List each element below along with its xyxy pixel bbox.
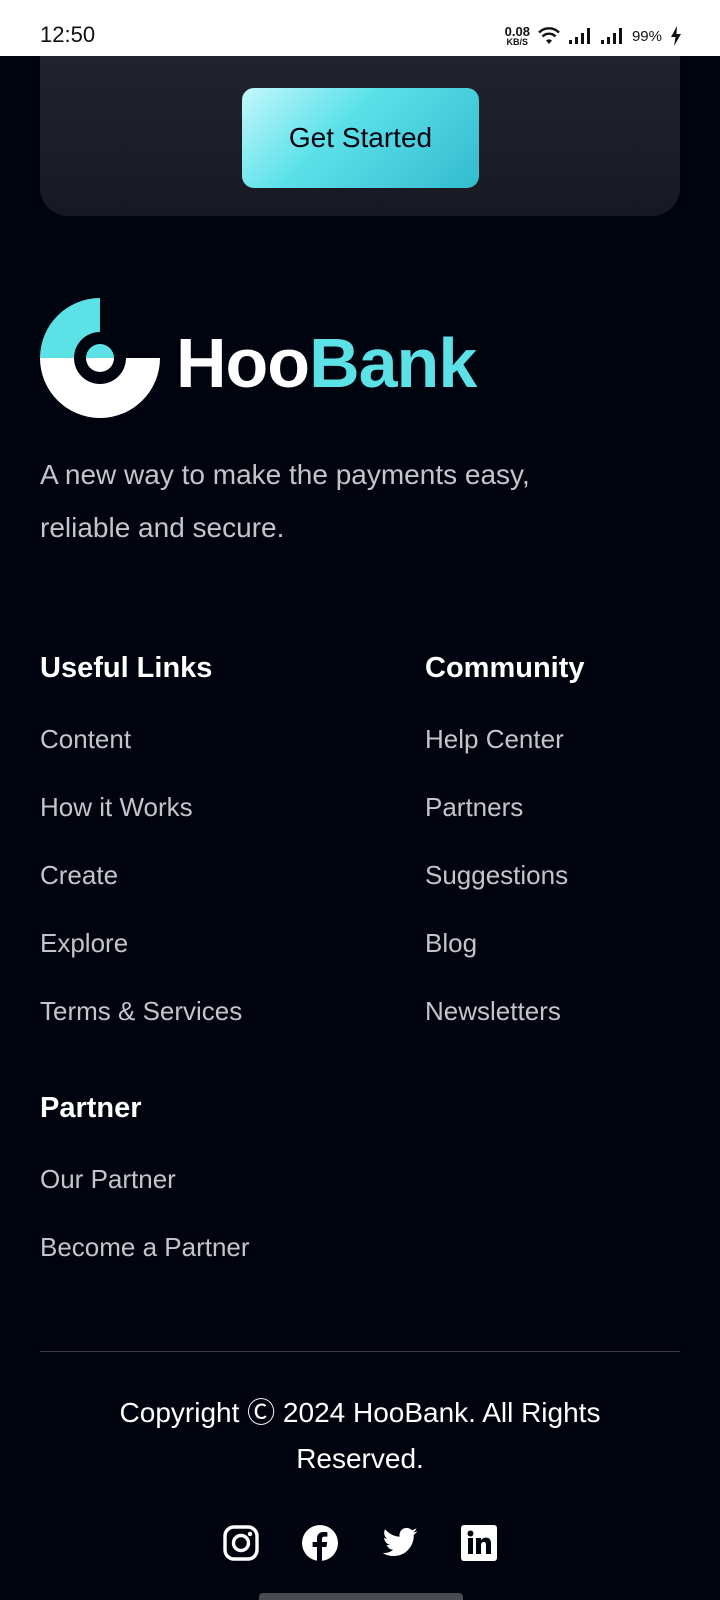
wordmark-part-bank: Bank	[309, 324, 477, 402]
signal-icon	[600, 28, 622, 44]
partner-list: Our Partner Become a Partner	[40, 1145, 250, 1281]
status-time: 12:50	[40, 22, 96, 47]
footer-link-terms[interactable]: Terms & Services	[40, 977, 242, 1045]
facebook-icon[interactable]	[301, 1524, 339, 1562]
linkedin-icon[interactable]	[460, 1524, 498, 1562]
network-speed-unit: KB/S	[506, 37, 529, 47]
partner-heading: Partner	[40, 1092, 142, 1124]
charging-icon	[671, 26, 681, 46]
instagram-icon[interactable]	[222, 1524, 260, 1562]
battery-level: 99%	[631, 27, 662, 45]
hoobank-wordmark: HooBank	[176, 328, 477, 398]
footer-link-become-partner[interactable]: Become a Partner	[40, 1213, 250, 1281]
status-bar: 12:50 0.08 KB/S 99%	[0, 0, 720, 56]
twitter-icon[interactable]	[381, 1524, 419, 1562]
status-indicators: 0.08 KB/S 99%	[505, 24, 682, 48]
partner-section: Partner Our Partner Become a Partner	[40, 1088, 250, 1281]
footer-link-blog[interactable]: Blog	[425, 909, 585, 977]
network-speed: 0.08 KB/S	[505, 25, 530, 47]
footer-link-newsletters[interactable]: Newsletters	[425, 977, 585, 1045]
copyright-text: Copyright Ⓒ 2024 HooBank. All Rights Res…	[119, 1397, 601, 1474]
footer-link-partners[interactable]: Partners	[425, 773, 585, 841]
hoobank-logo[interactable]: HooBank	[40, 298, 490, 418]
social-links	[222, 1523, 498, 1563]
wordmark-part-hoo: Hoo	[176, 324, 310, 402]
footer-link-help-center[interactable]: Help Center	[425, 705, 585, 773]
get-started-button[interactable]: Get Started	[242, 88, 479, 188]
footer-link-explore[interactable]: Explore	[40, 909, 242, 977]
footer-link-our-partner[interactable]: Our Partner	[40, 1145, 250, 1213]
brand-tagline: A new way to make the payments easy, rel…	[40, 459, 530, 543]
useful-links-list: Content How it Works Create Explore Term…	[40, 705, 242, 1045]
wifi-icon	[538, 27, 560, 44]
signal-icon	[568, 28, 590, 44]
hoobank-logo-icon	[40, 298, 160, 418]
community-heading: Community	[425, 652, 585, 684]
footer-link-how-it-works[interactable]: How it Works	[40, 773, 242, 841]
footer-link-create[interactable]: Create	[40, 841, 242, 909]
footer-link-content[interactable]: Content	[40, 705, 242, 773]
footer-link-suggestions[interactable]: Suggestions	[425, 841, 585, 909]
useful-links-heading: Useful Links	[40, 652, 213, 684]
community-list: Help Center Partners Suggestions Blog Ne…	[425, 705, 585, 1045]
useful-links-section: Useful Links Content How it Works Create…	[40, 648, 242, 1045]
home-indicator[interactable]	[259, 1593, 463, 1600]
footer-divider	[40, 1351, 680, 1352]
community-section: Community Help Center Partners Suggestio…	[425, 648, 585, 1045]
